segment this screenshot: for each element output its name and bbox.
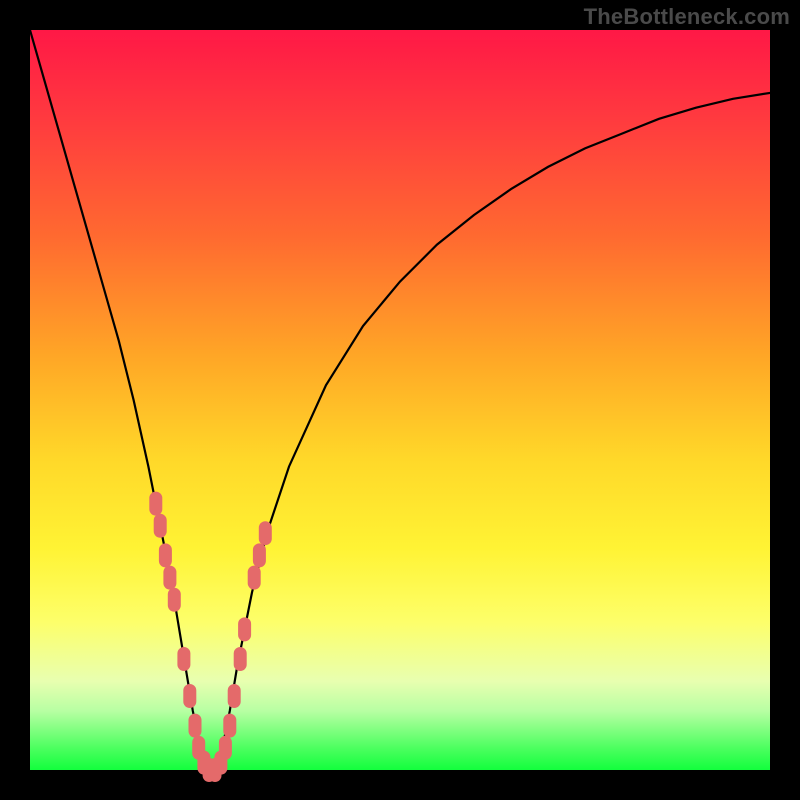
curve-marker [177,647,190,671]
curve-marker [189,714,202,738]
marker-group [149,492,271,782]
curve-marker [168,588,181,612]
curve-marker [234,647,247,671]
curve-marker [223,714,236,738]
curve-marker [159,543,172,567]
curve-marker [183,684,196,708]
curve-marker [154,514,167,538]
bottleneck-curve [30,30,770,770]
curve-marker [253,543,266,567]
curve-marker [238,617,251,641]
curve-marker [219,736,232,760]
curve-marker [163,566,176,590]
chart-frame: TheBottleneck.com [0,0,800,800]
curve-marker [228,684,241,708]
curve-marker [259,521,272,545]
plot-area [30,30,770,770]
curve-marker [149,492,162,516]
watermark-text: TheBottleneck.com [584,4,790,30]
curve-marker [248,566,261,590]
curve-layer [30,30,770,770]
